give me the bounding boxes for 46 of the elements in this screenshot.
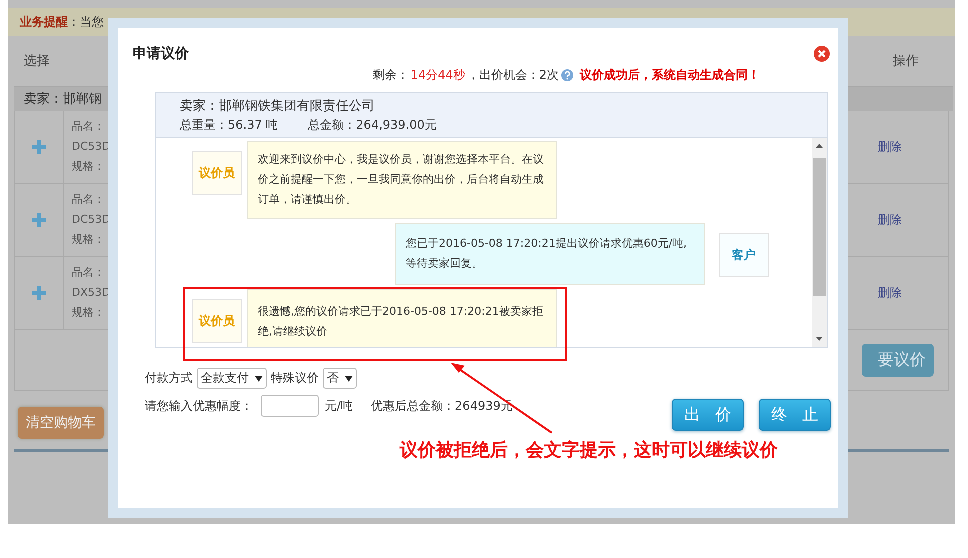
product-info: 规格： [72,232,105,248]
action-button[interactable]: 出 价 [672,399,744,431]
sender-badge: 客户 [719,233,769,277]
bid-chances: ，出价机会：2次 [467,67,559,84]
product-info: 规格： [72,159,105,175]
close-icon[interactable] [814,46,830,62]
remaining-label: 剩余： [372,67,409,84]
discount-input[interactable] [261,395,319,417]
plus-icon[interactable] [32,286,46,300]
special-select[interactable]: 否 [323,368,357,389]
annotation-text: 议价被拒绝后，会文字提示，这时可以继续议价 [400,440,779,462]
message-bubble: 很遗憾,您的议价请求已于2016-05-08 17:20:21被卖家拒绝,请继续议价 [247,289,557,347]
payment-label: 付款方式 [145,370,193,387]
plus-icon[interactable] [32,213,46,227]
payment-select[interactable]: 全款支付 [197,368,267,389]
delete-link[interactable]: 删除 [878,138,948,156]
column-header: 操作 [893,53,919,70]
product-info: 品名： [72,265,105,281]
message-bubble: 您已于2016-05-08 17:20:21提出议价请求优惠60元/吨,等待卖家回复。 [395,223,705,285]
caret-icon [255,376,263,382]
sender-badge: 议价员 [192,299,242,343]
product-info: 品名： [72,192,105,208]
help-icon[interactable] [561,69,574,82]
discount-label: 请您输入优惠幅度： [145,398,253,414]
total-amount: 总金额：264,939.00元 [308,117,437,134]
negotiate-button[interactable]: 要议价 [862,344,934,376]
unit-label: 元/吨 [325,398,354,414]
action-button[interactable]: 终 止 [759,399,831,431]
clear-cart-button[interactable]: 清空购物车 [18,407,104,439]
plus-icon[interactable] [32,140,46,154]
column-header: 选择 [24,53,50,70]
product-info: 品名： [72,119,105,135]
contract-notice: 议价成功后，系统自动生成合同！ [580,67,760,84]
special-label: 特殊议价 [271,370,319,387]
remaining-time: 14分44秒 [410,67,466,84]
dialog-title: 申请议价 [133,45,189,63]
delete-link[interactable]: 删除 [878,212,948,228]
sender-badge: 议价员 [192,151,242,195]
caret-icon [345,376,353,382]
notice-text: ：当您 [68,14,104,30]
total-weight: 总重量：56.37 吨 [180,117,278,134]
scrollbar[interactable] [812,138,827,347]
delete-link[interactable]: 删除 [878,284,948,302]
notice-label: 业务提醒 [20,14,68,30]
message-bubble: 欢迎来到议价中心，我是议价员，谢谢您选择本平台。在议价之前提醒一下您，一旦我同意你的出价，后台将自动生成订单，请谨慎出价。 [247,141,557,219]
product-info: 规格： [72,305,105,321]
